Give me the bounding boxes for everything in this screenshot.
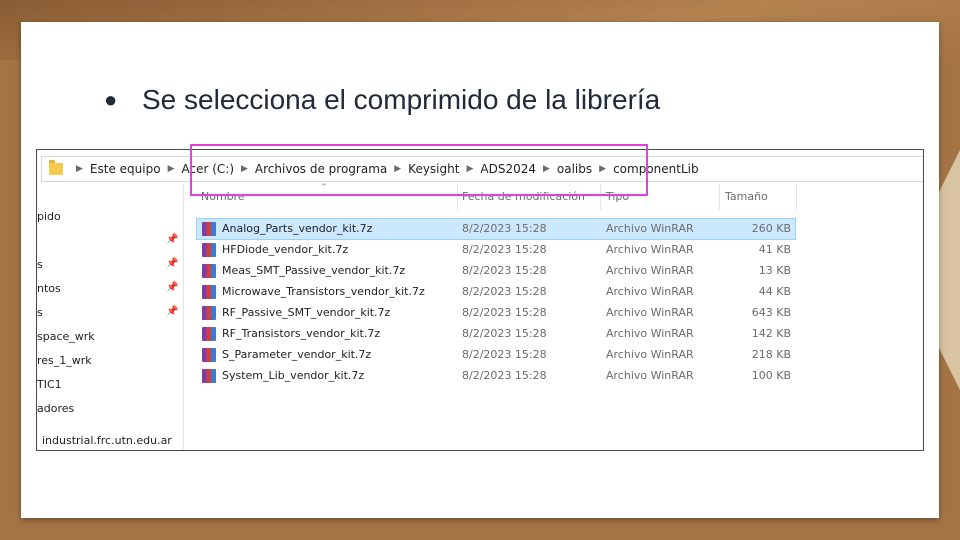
file-type: Archivo WinRAR (606, 243, 694, 256)
file-name: RF_Transistors_vendor_kit.7z (222, 327, 381, 340)
nav-item[interactable]: TIC1 (37, 378, 62, 391)
slide-bullet: ● Se selecciona el comprimido de la libre… (104, 84, 660, 116)
file-size: 218 KB (751, 348, 791, 361)
file-row[interactable]: Analog_Parts_vendor_kit.7z 8/2/2023 15:2… (196, 218, 796, 240)
file-date: 8/2/2023 15:28 (462, 327, 547, 340)
nav-item-network[interactable]: industrial.frc.utn.edu.ar (42, 434, 172, 447)
file-row[interactable]: System_Lib_vendor_kit.7z 8/2/2023 15:28 … (197, 366, 795, 386)
file-type: Archivo WinRAR (606, 306, 694, 319)
file-date: 8/2/2023 15:28 (462, 243, 547, 256)
pin-icon[interactable]: 📌 (166, 306, 178, 317)
pin-icon[interactable]: 📌 (166, 282, 178, 293)
file-row[interactable]: RF_Transistors_vendor_kit.7z 8/2/2023 15… (197, 324, 795, 344)
navigation-pane: pido 📌 s 📌 ntos 📌 s 📌 space_wrk res_1_wr… (37, 184, 184, 450)
nav-item[interactable]: s (37, 258, 43, 271)
column-size[interactable]: Tamaño (725, 190, 768, 203)
chevron-right-icon: ▶ (76, 164, 83, 174)
file-row[interactable]: S_Parameter_vendor_kit.7z 8/2/2023 15:28… (197, 345, 795, 365)
nav-item[interactable]: res_1_wrk (37, 354, 92, 367)
nav-item[interactable]: pido (37, 210, 61, 223)
winrar-archive-icon (202, 222, 216, 236)
pin-icon[interactable]: 📌 (166, 234, 178, 245)
winrar-archive-icon (202, 369, 216, 383)
file-size: 100 KB (751, 369, 791, 382)
file-size: 41 KB (758, 243, 791, 256)
bullet-text: Se selecciona el comprimido de la librer… (142, 84, 661, 115)
column-divider[interactable] (719, 184, 720, 210)
file-size: 13 KB (758, 264, 791, 277)
file-date: 8/2/2023 15:28 (462, 348, 547, 361)
file-size: 44 KB (758, 285, 791, 298)
file-size: 142 KB (751, 327, 791, 340)
column-divider[interactable] (796, 184, 797, 210)
file-size: 260 KB (751, 222, 791, 235)
winrar-archive-icon (202, 348, 216, 362)
file-type: Archivo WinRAR (606, 369, 694, 382)
file-name: HFDiode_vendor_kit.7z (222, 243, 349, 256)
file-name: RF_Passive_SMT_vendor_kit.7z (222, 306, 391, 319)
file-size: 643 KB (751, 306, 791, 319)
folder-icon (49, 160, 63, 175)
file-type: Archivo WinRAR (606, 285, 694, 298)
pin-icon[interactable]: 📌 (166, 258, 178, 269)
file-name: Meas_SMT_Passive_vendor_kit.7z (222, 264, 406, 277)
file-name: Analog_Parts_vendor_kit.7z (222, 222, 373, 235)
winrar-archive-icon (202, 306, 216, 320)
file-name: S_Parameter_vendor_kit.7z (222, 348, 372, 361)
file-type: Archivo WinRAR (606, 222, 694, 235)
file-date: 8/2/2023 15:28 (462, 369, 547, 382)
file-date: 8/2/2023 15:28 (462, 285, 547, 298)
file-type: Archivo WinRAR (606, 264, 694, 277)
breadcrumb-highlight-box (190, 144, 648, 196)
nav-item[interactable]: space_wrk (37, 330, 95, 343)
file-type: Archivo WinRAR (606, 327, 694, 340)
nav-item[interactable]: s (37, 306, 43, 319)
winrar-archive-icon (202, 285, 216, 299)
file-row[interactable]: Microwave_Transistors_vendor_kit.7z 8/2/… (197, 282, 795, 302)
file-date: 8/2/2023 15:28 (462, 306, 547, 319)
chevron-right-icon: ▶ (167, 164, 175, 174)
file-row[interactable]: RF_Passive_SMT_vendor_kit.7z 8/2/2023 15… (197, 303, 795, 323)
file-name: System_Lib_vendor_kit.7z (222, 369, 365, 382)
winrar-archive-icon (202, 327, 216, 341)
winrar-archive-icon (202, 264, 216, 278)
file-name: Microwave_Transistors_vendor_kit.7z (222, 285, 425, 298)
nav-item[interactable]: adores (37, 402, 74, 415)
winrar-archive-icon (202, 243, 216, 257)
file-type: Archivo WinRAR (606, 348, 694, 361)
breadcrumb-este-equipo[interactable]: Este equipo (90, 162, 161, 176)
nav-item[interactable]: ntos (37, 282, 61, 295)
file-row[interactable]: Meas_SMT_Passive_vendor_kit.7z 8/2/2023 … (197, 261, 795, 281)
file-row[interactable]: HFDiode_vendor_kit.7z 8/2/2023 15:28 Arc… (197, 240, 795, 260)
file-date: 8/2/2023 15:28 (462, 222, 547, 235)
bullet-dot: ● (104, 87, 118, 112)
file-date: 8/2/2023 15:28 (462, 264, 547, 277)
